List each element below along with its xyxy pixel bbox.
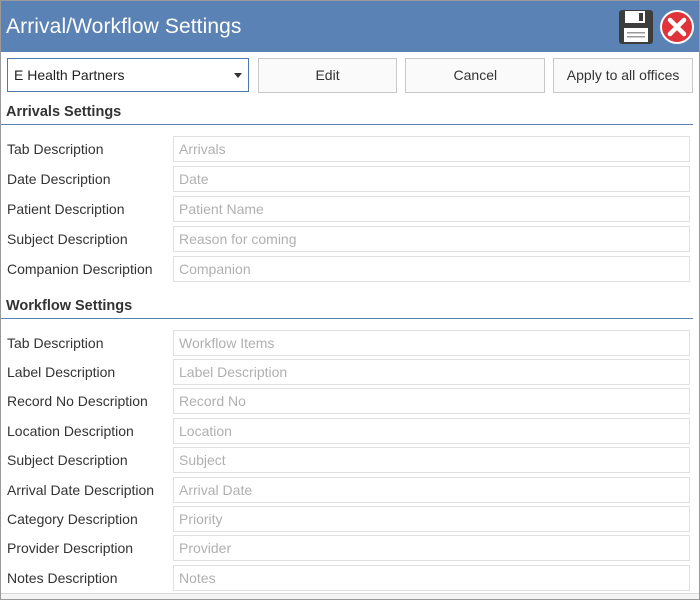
settings-window: Arrival/Workflow Settings E Health Partn…	[0, 0, 700, 600]
close-icon[interactable]	[659, 9, 695, 45]
description-input[interactable]: Patient Name	[173, 196, 690, 222]
settings-row: Tab Description Workflow Items	[1, 328, 699, 357]
description-input[interactable]: Arrival Date	[173, 476, 690, 503]
field-label: Date Description	[7, 171, 111, 187]
settings-row: Subject Description Subject	[1, 446, 699, 475]
description-input[interactable]: Location	[173, 417, 690, 444]
description-input[interactable]: Workflow Items	[173, 329, 690, 356]
description-input[interactable]: Notes	[173, 564, 690, 591]
settings-row: Patient Description Patient Name	[1, 194, 699, 224]
field-label: Record No Description	[7, 393, 148, 410]
description-input[interactable]: Date	[173, 166, 690, 192]
field-label: Notes Description	[7, 569, 118, 586]
description-input[interactable]: Reason for coming	[173, 226, 690, 252]
settings-row: Provider Description Provider	[1, 534, 699, 563]
settings-row: Location Description Location	[1, 416, 699, 445]
field-label: Arrival Date Description	[7, 481, 155, 498]
field-label: Location Description	[7, 422, 134, 439]
field-label: Companion Description	[7, 261, 153, 277]
office-select[interactable]: E Health Partners	[7, 58, 249, 92]
field-label: Patient Description	[7, 201, 125, 217]
chevron-down-icon	[233, 73, 242, 78]
field-label: Provider Description	[7, 540, 134, 557]
arrivals-section: Arrivals Settings Tab Description Arrival…	[1, 100, 699, 284]
field-label: Subject Description	[7, 231, 128, 247]
field-label: Label Description	[7, 364, 116, 381]
settings-row: Arrival Date Description Arrival Date	[1, 475, 699, 504]
workflow-heading: Workflow Settings	[1, 294, 693, 319]
field-label: Category Description	[7, 511, 138, 528]
description-input[interactable]: Priority	[173, 506, 690, 533]
apply-to-all-offices-button[interactable]: Apply to all offices	[553, 57, 693, 93]
workflow-section: Workflow Settings Tab Description Workflo…	[1, 294, 699, 593]
toolbar: E Health Partners Edit Cancel Apply to a…	[1, 52, 699, 94]
description-input[interactable]: Subject	[173, 447, 690, 474]
settings-row: Subject Description Reason for coming	[1, 224, 699, 254]
settings-row: Category Description Priority	[1, 504, 699, 533]
settings-row: Date Description Date	[1, 164, 699, 194]
settings-row: Notes Description Notes	[1, 563, 699, 592]
cancel-button[interactable]: Cancel	[405, 57, 546, 93]
description-input[interactable]: Record No	[173, 388, 690, 415]
field-label: Tab Description	[7, 141, 104, 157]
settings-row: Record No Description Record No	[1, 387, 699, 416]
settings-row: Label Description Label Description	[1, 357, 699, 386]
edit-button[interactable]: Edit	[257, 57, 398, 93]
bottom-edge	[1, 593, 699, 599]
window-title: Arrival/Workflow Settings	[6, 14, 242, 38]
settings-row: Tab Description Arrivals	[1, 134, 699, 164]
field-label: Tab Description	[7, 334, 104, 351]
description-input[interactable]: Provider	[173, 535, 690, 562]
arrivals-rows: Tab Description Arrivals Date Description D…	[1, 125, 699, 284]
description-input[interactable]: Arrivals	[173, 136, 690, 162]
arrivals-heading: Arrivals Settings	[1, 100, 693, 125]
settings-row: Companion Description Companion	[1, 254, 699, 284]
title-bar: Arrival/Workflow Settings	[1, 1, 699, 52]
workflow-rows: Tab Description Workflow Items Label Descr…	[1, 319, 699, 593]
description-input[interactable]: Label Description	[173, 359, 690, 386]
field-label: Subject Description	[7, 452, 128, 469]
title-actions	[617, 8, 695, 46]
office-select-value: E Health Partners	[14, 67, 125, 83]
save-icon[interactable]	[617, 8, 655, 46]
description-input[interactable]: Companion	[173, 256, 690, 282]
